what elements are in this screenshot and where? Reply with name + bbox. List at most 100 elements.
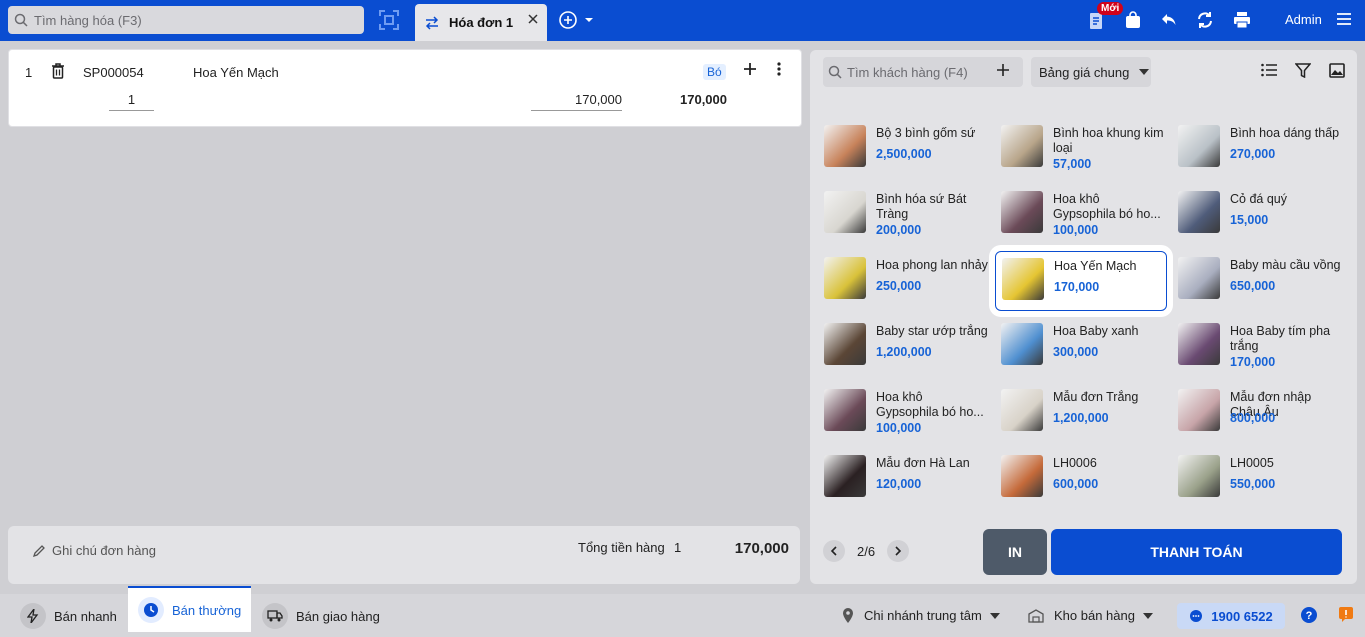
tab-label: Hóa đơn 1 — [449, 15, 514, 30]
product-card[interactable]: Hoa Baby xanh 300,000 — [995, 317, 1167, 377]
quantity-input[interactable]: 1 — [109, 92, 154, 111]
customer-search-placeholder: Tìm khách hàng (F4) — [847, 64, 968, 80]
product-card[interactable]: LH0005 550,000 — [1172, 449, 1344, 509]
product-search-input[interactable]: Tìm hàng hóa (F3) — [8, 6, 364, 34]
product-card-name: Bình hoa dáng thấp — [1230, 126, 1340, 140]
swap-icon — [425, 15, 439, 30]
mode-quick-sale[interactable]: Bán nhanh — [20, 601, 117, 631]
barcode-scan-icon[interactable] — [378, 9, 400, 31]
product-thumbnail — [1178, 323, 1220, 365]
customer-search-input[interactable]: Tìm khách hàng (F4) — [823, 57, 1023, 87]
plus-icon[interactable] — [743, 62, 757, 76]
product-card[interactable]: Hoa Baby tím pha trắng 170,000 — [1172, 317, 1344, 377]
branch-select[interactable]: Chi nhánh trung tâm — [842, 608, 1010, 623]
mode-label: Bán giao hàng — [296, 608, 380, 624]
product-card[interactable]: Hoa Yến Mạch 170,000 — [995, 251, 1167, 311]
product-card-price: 250,000 — [876, 279, 922, 293]
chat-icon — [1190, 610, 1203, 622]
more-vertical-icon[interactable] — [777, 62, 781, 76]
mode-delivery-sale[interactable]: Bán giao hàng — [262, 601, 380, 631]
product-thumbnail — [1001, 455, 1043, 497]
product-card[interactable]: Hoa khô Gypsophila bó ho... 100,000 — [995, 185, 1167, 245]
product-thumbnail — [824, 191, 866, 233]
product-card[interactable]: Mẫu đơn nhập Châu Âu 800,000 — [1172, 383, 1344, 443]
mode-normal-sale[interactable]: Bán thường — [128, 586, 252, 632]
product-card-name: Mẫu đơn Hà Lan — [876, 456, 970, 470]
chevron-right-icon — [895, 546, 902, 556]
tab-invoice-1[interactable]: Hóa đơn 1 — [415, 4, 547, 41]
pay-button[interactable]: THANH TOÁN — [1051, 529, 1342, 575]
warehouse-select[interactable]: Kho bán hàng — [1028, 608, 1163, 623]
price-list-select[interactable]: Bảng giá chung — [1031, 57, 1151, 87]
product-thumbnail — [1178, 389, 1220, 431]
price-input[interactable]: 170,000 — [531, 92, 622, 111]
product-card-name: Cỏ đá quý — [1230, 192, 1287, 206]
plus-circle-icon — [559, 11, 577, 29]
product-card-price: 170,000 — [1054, 280, 1100, 294]
branch-label: Chi nhánh trung tâm — [864, 608, 982, 623]
product-card-price: 1,200,000 — [876, 345, 932, 359]
product-card-name: Baby màu cầu vồng — [1230, 258, 1341, 272]
product-card[interactable]: Hoa khô Gypsophila bó ho... 100,000 — [818, 383, 990, 443]
product-card[interactable]: Bình hóa sứ Bát Tràng 200,000 — [818, 185, 990, 245]
svg-text:?: ? — [1306, 610, 1313, 622]
product-thumbnail — [824, 125, 866, 167]
pagination: 2/6 — [823, 540, 910, 562]
mode-label: Bán thường — [172, 602, 242, 618]
add-customer-icon[interactable] — [996, 63, 1010, 77]
product-card-price: 2,500,000 — [876, 147, 932, 161]
product-card-price: 200,000 — [876, 223, 922, 237]
new-badge: Mới — [1097, 2, 1124, 15]
add-tab-button[interactable] — [558, 10, 596, 30]
hamburger-menu-icon[interactable] — [1336, 12, 1352, 26]
order-note-input[interactable]: Ghi chú đơn hàng — [32, 543, 156, 558]
user-name[interactable]: Admin — [1285, 12, 1322, 27]
shopping-bag-icon[interactable] — [1125, 11, 1141, 29]
product-card[interactable]: Baby star ướp trắng 1,200,000 — [818, 317, 990, 377]
prev-page-button[interactable] — [823, 540, 845, 562]
next-page-button[interactable] — [887, 540, 910, 562]
product-card-price: 650,000 — [1230, 279, 1276, 293]
printer-icon[interactable] — [1233, 11, 1251, 29]
hotline-button[interactable]: 1900 6522 — [1177, 603, 1285, 629]
product-card-price: 57,000 — [1053, 157, 1092, 171]
list-view-icon[interactable] — [1261, 63, 1277, 77]
cart-line-item[interactable]: 1 SP000054 Hoa Yến Mạch Bó 1 170,000 170… — [8, 49, 802, 127]
image-view-icon[interactable] — [1329, 63, 1345, 78]
view-toolbar — [1261, 63, 1345, 78]
product-card[interactable]: Baby màu cầu vồng 650,000 — [1172, 251, 1344, 311]
filter-icon[interactable] — [1295, 63, 1311, 78]
product-name: Hoa Yến Mạch — [193, 65, 279, 80]
print-button[interactable]: IN — [983, 529, 1047, 575]
product-card[interactable]: Mẫu đơn Trắng 1,200,000 — [995, 383, 1167, 443]
product-card[interactable]: Bộ 3 bình gốm sứ 2,500,000 — [818, 119, 990, 179]
refresh-icon[interactable] — [1196, 11, 1214, 29]
truck-icon — [262, 603, 288, 629]
product-card[interactable]: Mẫu đơn Hà Lan 120,000 — [818, 449, 990, 509]
product-card-price: 170,000 — [1230, 355, 1276, 369]
product-card-name: Hoa Baby tím pha trắng — [1230, 324, 1331, 353]
product-thumbnail — [1178, 125, 1220, 167]
product-card[interactable]: Hoa phong lan nhảy 250,000 — [818, 251, 990, 311]
unit-badge[interactable]: Bó — [703, 64, 726, 80]
product-card-price: 100,000 — [1053, 223, 1099, 237]
help-icon[interactable]: ? — [1300, 606, 1318, 624]
product-card-price: 100,000 — [876, 421, 922, 435]
product-card-price: 550,000 — [1230, 477, 1276, 491]
product-card[interactable]: LH0006 600,000 — [995, 449, 1167, 509]
product-card[interactable]: Bình hoa khung kim loại 57,000 — [995, 119, 1167, 179]
product-thumbnail — [1001, 191, 1043, 233]
product-card[interactable]: Cỏ đá quý 15,000 — [1172, 185, 1344, 245]
feedback-icon[interactable] — [1338, 606, 1354, 622]
product-thumbnail — [1002, 258, 1044, 300]
undo-icon[interactable] — [1160, 11, 1178, 29]
product-card-name: Hoa khô Gypsophila bó ho... — [876, 390, 984, 419]
search-icon — [14, 13, 28, 27]
close-icon[interactable] — [527, 13, 539, 25]
line-index: 1 — [25, 65, 33, 80]
product-card[interactable]: Bình hoa dáng thấp 270,000 — [1172, 119, 1344, 179]
product-search-placeholder: Tìm hàng hóa (F3) — [34, 12, 142, 28]
product-thumbnail — [1178, 191, 1220, 233]
trash-icon[interactable] — [51, 63, 65, 79]
product-card-name: Mẫu đơn Trắng — [1053, 390, 1139, 404]
